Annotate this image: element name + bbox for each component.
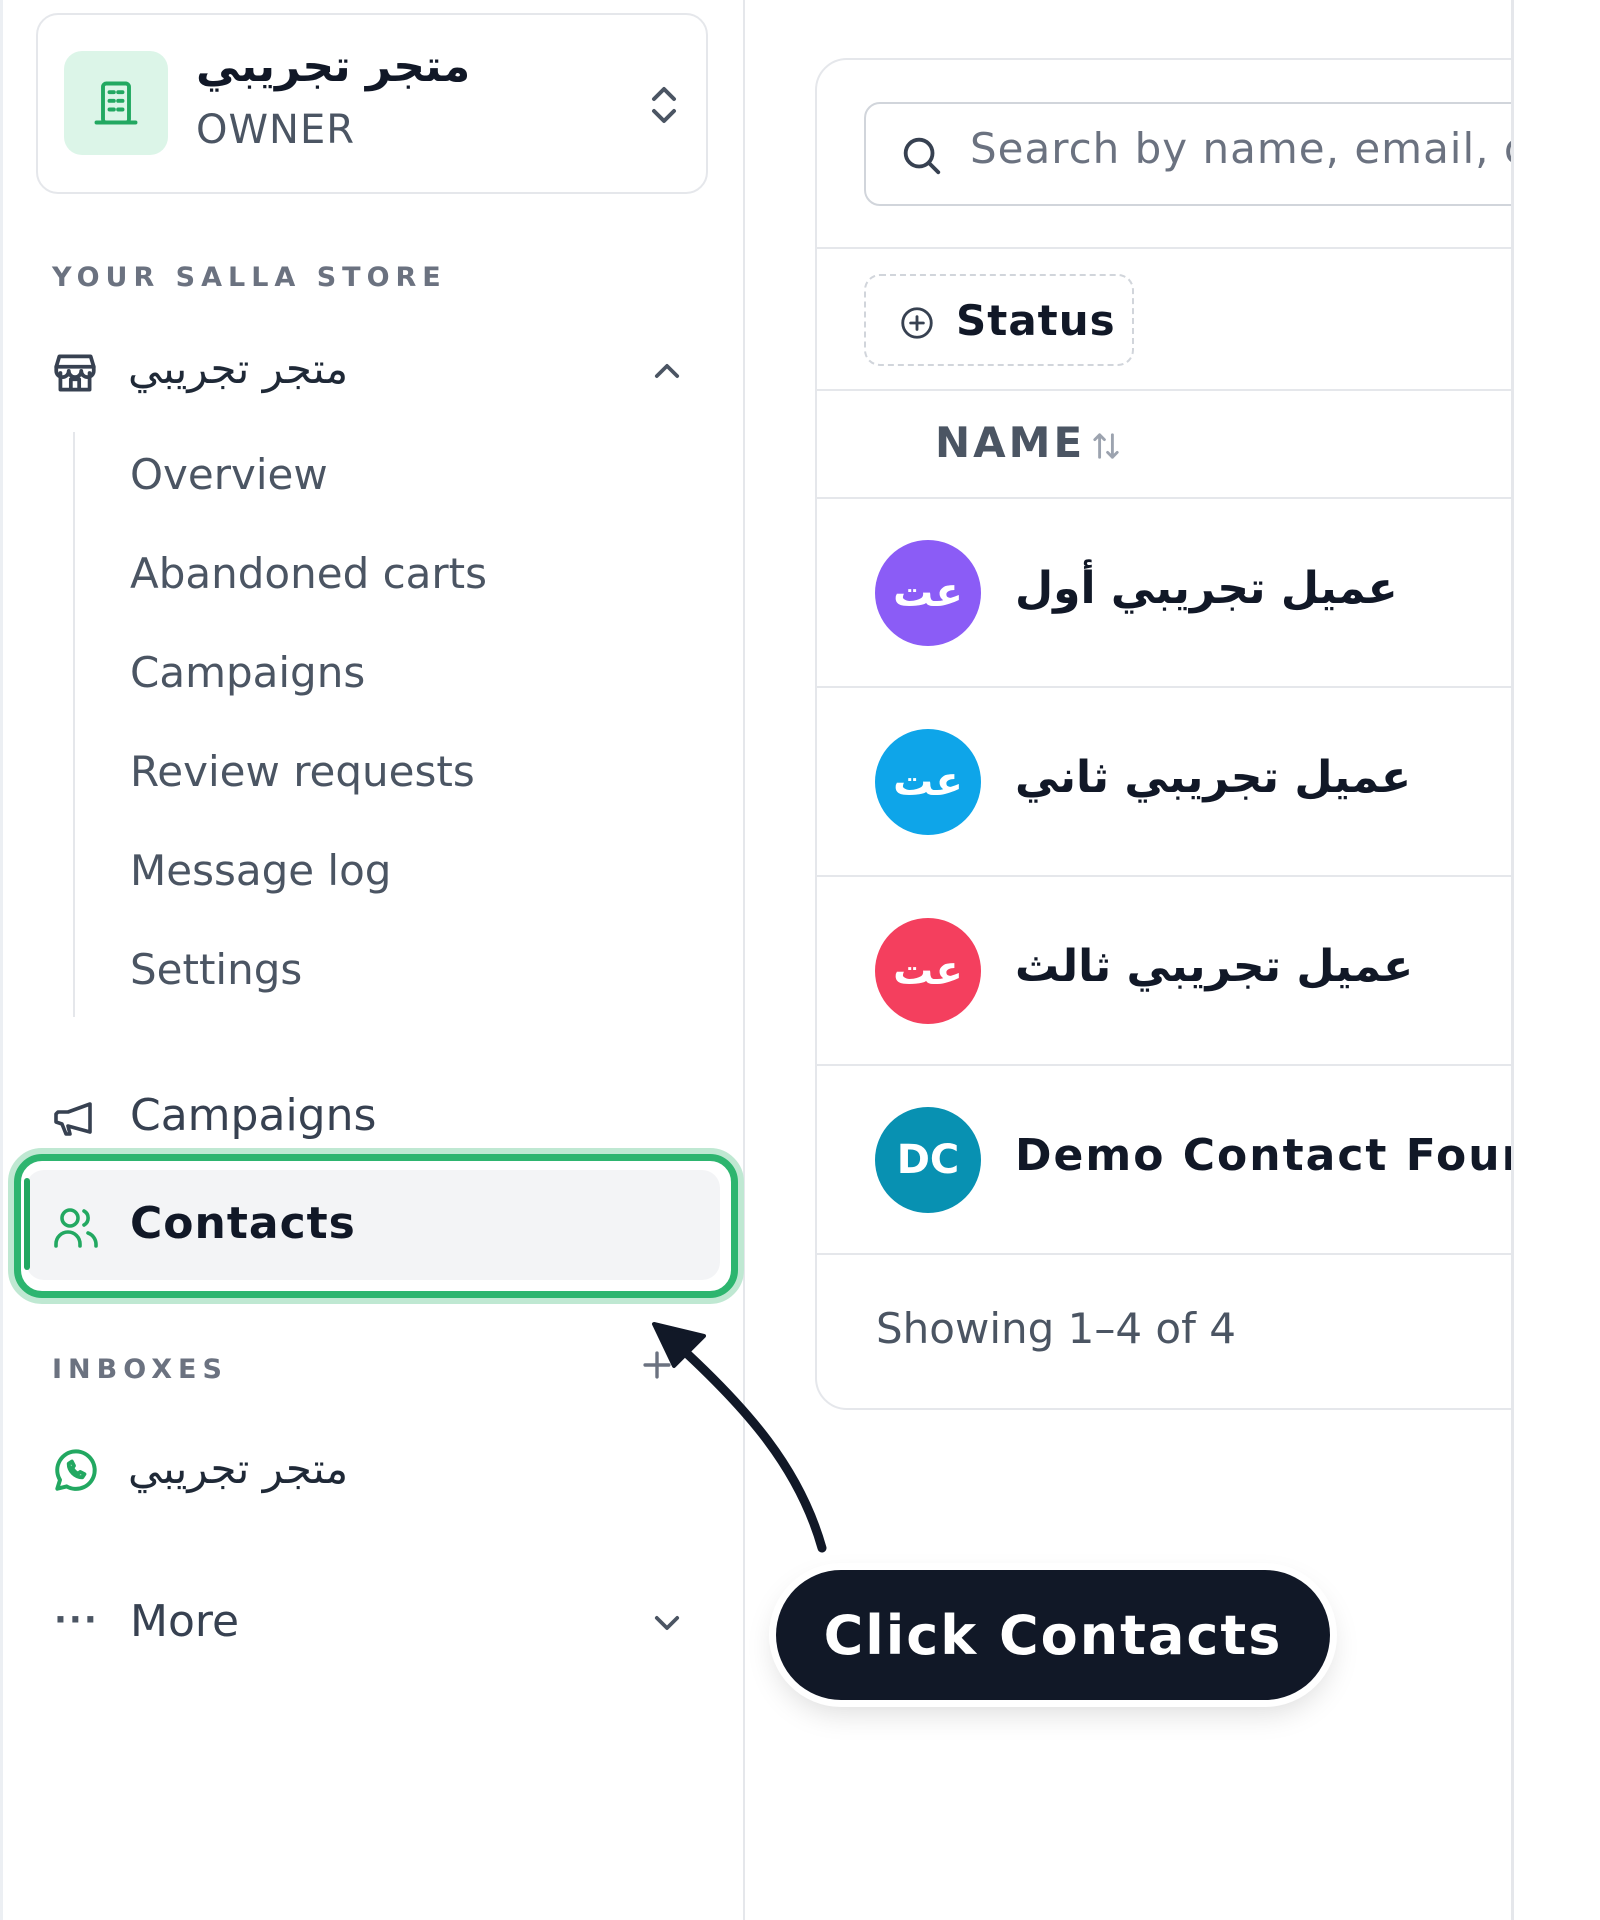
chevron-up-icon <box>650 358 684 388</box>
column-header-name[interactable]: NAME <box>935 418 1085 467</box>
pagination-summary: Showing 1–4 of 4 <box>876 1304 1236 1353</box>
contacts-label: Contacts <box>130 1198 356 1249</box>
submenu-guide-line <box>73 432 75 1017</box>
status-filter-button[interactable]: Status <box>864 274 1134 366</box>
contact-name[interactable]: Demo Contact Four <box>1015 1130 1525 1181</box>
section-label-inboxes: INBOXES <box>52 1354 228 1385</box>
status-filter-label: Status <box>956 296 1116 345</box>
active-indicator <box>24 1178 30 1270</box>
divider <box>817 875 1517 877</box>
store-switcher[interactable]: متجر تجريبي OWNER <box>36 13 708 194</box>
divider <box>817 1253 1517 1255</box>
sidebar-item-review-requests[interactable]: Review requests <box>130 747 475 796</box>
viewport-edge <box>1513 0 1600 1920</box>
contact-name[interactable]: عميل تجريبي أول <box>1015 563 1398 614</box>
users-icon <box>52 1206 100 1254</box>
more-label: More <box>130 1596 240 1647</box>
building-icon <box>64 51 168 155</box>
campaigns-label: Campaigns <box>130 1090 377 1141</box>
ellipsis-icon: ··· <box>54 1600 99 1640</box>
sidebar-item-overview[interactable]: Overview <box>130 450 328 499</box>
megaphone-icon <box>50 1096 98 1144</box>
divider <box>817 1064 1517 1066</box>
sidebar-item-message-log[interactable]: Message log <box>130 846 391 895</box>
sidebar-item-campaigns[interactable]: Campaigns <box>50 1082 690 1152</box>
divider <box>817 247 1517 249</box>
section-label-store: YOUR SALLA STORE <box>52 262 447 293</box>
whatsapp-icon <box>50 1446 100 1500</box>
sidebar-item-abandoned-carts[interactable]: Abandoned carts <box>130 549 487 598</box>
contact-name[interactable]: عميل تجريبي ثالث <box>1015 941 1413 992</box>
viewport-border <box>1511 0 1514 1920</box>
store-role: OWNER <box>196 107 356 153</box>
sidebar-store-group[interactable]: متجر تجريبي <box>50 340 690 404</box>
chevron-up-down-icon <box>644 81 684 133</box>
contact-name[interactable]: عميل تجريبي ثاني <box>1015 752 1411 803</box>
sidebar-item-store-campaigns[interactable]: Campaigns <box>130 648 365 697</box>
annotation-callout: Click Contacts <box>776 1570 1330 1700</box>
store-icon <box>50 348 100 402</box>
annotation-callout-text: Click Contacts <box>823 1603 1283 1667</box>
frame-edge <box>0 0 3 1920</box>
sidebar-item-more[interactable]: ··· More <box>50 1592 690 1656</box>
sort-icon[interactable] <box>1090 428 1122 468</box>
annotation-arrow <box>630 1290 850 1584</box>
app-frame: متجر تجريبي OWNER YOUR SALLA STORE متجر … <box>0 0 1600 1920</box>
search-icon <box>898 132 944 182</box>
search-placeholder: Search by name, email, or <box>970 124 1549 173</box>
sidebar-item-inbox[interactable]: متجر تجريبي <box>50 1440 690 1504</box>
chevron-down-icon <box>650 1610 684 1640</box>
sidebar-item-settings[interactable]: Settings <box>130 945 302 994</box>
inbox-label: متجر تجريبي <box>128 1444 349 1493</box>
divider <box>817 389 1517 391</box>
avatar: DC <box>875 1107 981 1213</box>
avatar: عت <box>875 729 981 835</box>
avatar: عت <box>875 540 981 646</box>
divider <box>817 686 1517 688</box>
plus-circle-icon <box>898 304 936 346</box>
divider <box>817 497 1517 499</box>
avatar: عت <box>875 918 981 1024</box>
store-group-label: متجر تجريبي <box>128 344 349 393</box>
store-name: متجر تجريبي <box>196 41 471 92</box>
